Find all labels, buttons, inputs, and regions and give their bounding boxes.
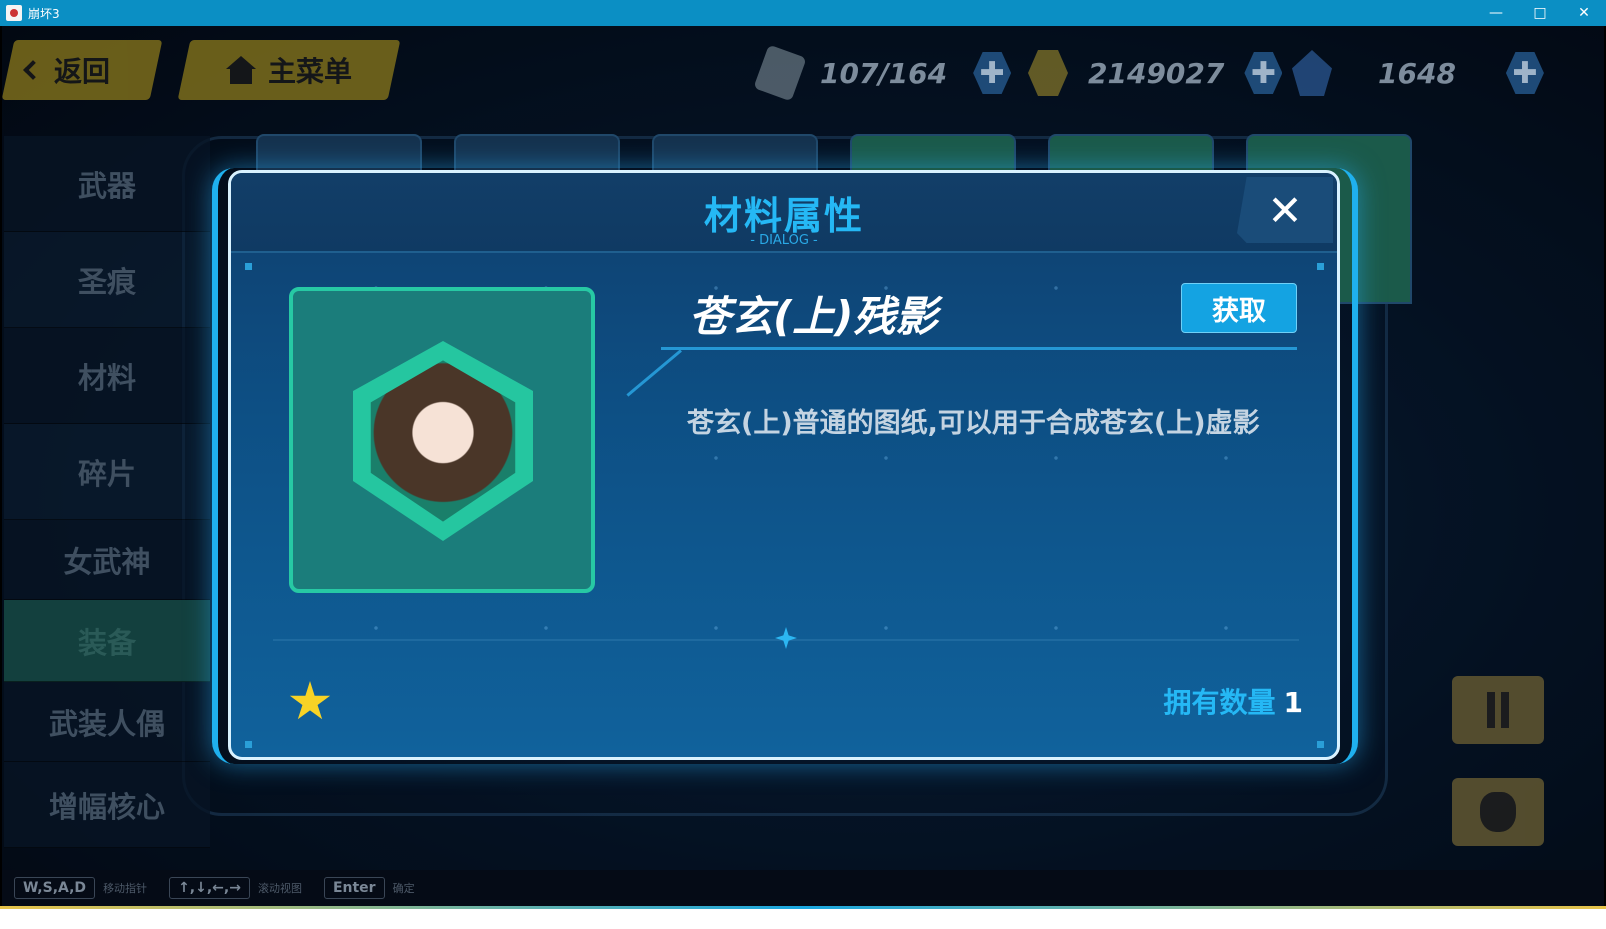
corner-marker	[245, 741, 252, 748]
dialog-header: 材料属性 - DIALOG - ✕	[231, 173, 1337, 253]
item-description: 苍玄(上)普通的图纸,可以用于合成苍玄(上)虚影	[687, 408, 1260, 439]
chevron-left-icon	[23, 60, 43, 80]
item-name: 苍玄(上)残影	[689, 292, 938, 341]
item-icon-frame	[289, 287, 595, 593]
sort-icon	[1483, 692, 1513, 728]
add-crystal-button[interactable]: ✚	[1505, 52, 1544, 94]
hint-key-scroll: ↑,↓,←,→	[169, 877, 250, 899]
stamina-value: 107/164	[820, 56, 948, 90]
sidebar-item-elf[interactable]: 武装人偶	[4, 682, 210, 762]
stamina-resource: 107/164 ✚	[753, 44, 1012, 102]
corner-marker	[1317, 263, 1324, 270]
owned-label: 拥有数量	[1163, 686, 1276, 719]
maximize-button[interactable]: □	[1518, 0, 1562, 26]
title-underline	[661, 347, 1297, 350]
app-icon	[6, 5, 22, 21]
dialog-subtitle: - DIALOG -	[750, 233, 818, 248]
material-info-dialog: 材料属性 - DIALOG - ✕ 苍玄(上)残影 获取 苍玄(上)普通的图纸,…	[228, 170, 1340, 760]
corner-marker	[245, 263, 252, 270]
sidebar-item-stigmata[interactable]: 圣痕	[4, 232, 210, 328]
sidebar-item-fragment[interactable]: 碎片	[4, 424, 210, 520]
taskbar-strip	[0, 906, 1606, 929]
minimize-button[interactable]: —	[1474, 0, 1518, 26]
sidebar-item-amplifier-core[interactable]: 增幅核心	[4, 762, 210, 848]
window-title: 崩坏3	[28, 6, 60, 21]
main-menu-label: 主菜单	[268, 55, 353, 88]
sort-button[interactable]	[1452, 676, 1544, 744]
hint-text-confirm: 确定	[392, 882, 415, 895]
owned-quantity: 拥有数量 1	[1111, 681, 1304, 721]
dialog-close-button[interactable]: ✕	[1237, 177, 1333, 243]
dialog-title: 材料属性	[703, 194, 864, 238]
coin-value: 2149027	[1088, 56, 1225, 90]
crystal-resource: 1648 ✚	[1292, 46, 1544, 100]
character-portrait-icon	[370, 360, 516, 522]
corner-marker	[1317, 741, 1324, 748]
main-menu-button[interactable]: 主菜单	[177, 40, 401, 100]
sidebar-item-material[interactable]: 材料	[4, 328, 210, 424]
sidebar-item-valkyrie[interactable]: 女武神	[4, 520, 210, 600]
acquire-button[interactable]: 获取	[1181, 283, 1297, 333]
hint-text-move: 移动指针	[103, 882, 148, 895]
stamina-icon	[753, 44, 807, 102]
money-bag-icon	[1480, 792, 1516, 832]
sell-bag-button[interactable]	[1452, 778, 1544, 846]
control-hints-bar: W,S,A,D 移动指针 ↑,↓,←,→ 滚动视图 Enter 确定	[2, 870, 1604, 906]
hint-text-scroll: 滚动视图	[257, 882, 302, 895]
category-sidebar: 武器 圣痕 材料 碎片 女武神 装备 武装人偶 增幅核心	[4, 136, 210, 848]
hint-key-move: W,S,A,D	[14, 877, 96, 899]
close-icon: ✕	[1267, 185, 1303, 235]
item-portrait-image	[353, 341, 533, 541]
crystal-value: 1648	[1378, 56, 1456, 90]
window-controls: — □ ✕	[1474, 0, 1606, 26]
window-titlebar: 崩坏3 — □ ✕	[0, 0, 1606, 26]
add-coin-button[interactable]: ✚	[1244, 52, 1283, 94]
back-button-label: 返回	[54, 55, 111, 88]
add-stamina-button[interactable]: ✚	[973, 52, 1012, 94]
home-icon	[226, 56, 256, 84]
hint-key-confirm: Enter	[323, 877, 385, 899]
crystal-icon	[1292, 50, 1332, 96]
window-close-button[interactable]: ✕	[1562, 0, 1606, 26]
owned-count: 1	[1283, 686, 1303, 719]
sidebar-item-equipment[interactable]: 装备	[4, 600, 210, 682]
coin-icon	[1028, 50, 1068, 96]
coin-resource: 2149027 ✚	[1028, 46, 1283, 100]
sidebar-item-weapon[interactable]: 武器	[4, 136, 210, 232]
back-button[interactable]: 返回	[2, 40, 163, 100]
accent-line	[0, 906, 1606, 909]
